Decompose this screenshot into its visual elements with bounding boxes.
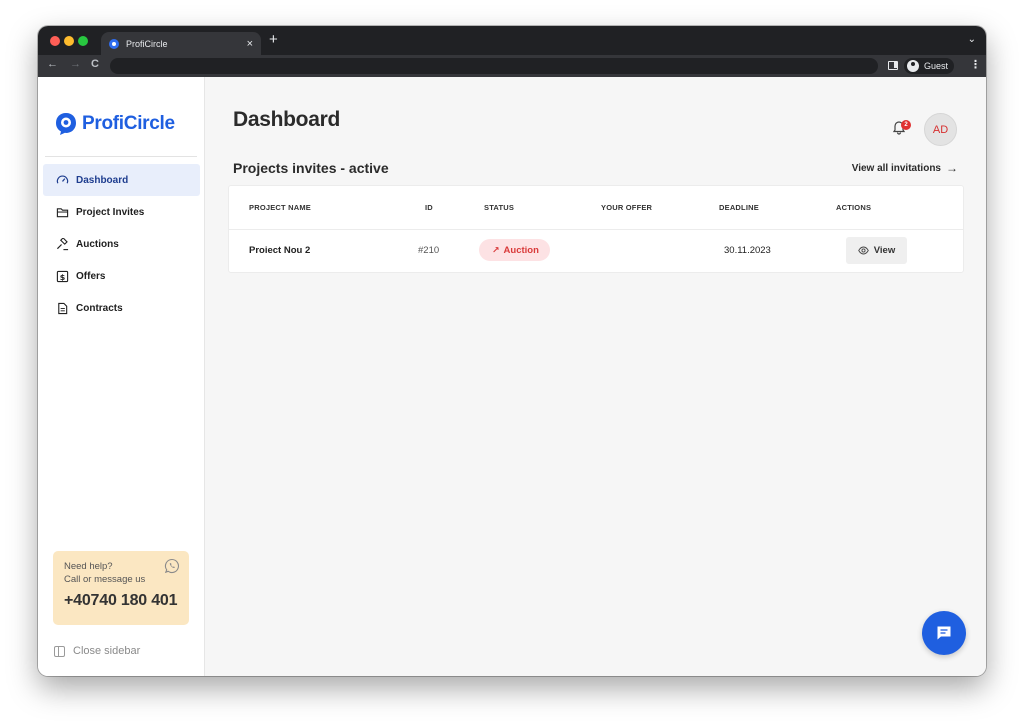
profile-button[interactable]: Guest [904,58,955,74]
logo-icon [55,112,77,136]
folder-icon [55,205,69,219]
sidebar-collapse-icon [54,645,65,657]
sidebar-item-label: Project Invites [76,206,145,218]
brand-name: ProfiCircle [82,113,175,134]
forward-arrow-icon[interactable]: → [70,58,81,70]
deadline-cell: 30.11.2023 [724,245,771,256]
table-header: PROJECT NAME ID STATUS YOUR OFFER DEADLI… [229,186,963,230]
help-phone[interactable]: +40740 180 401 [64,592,178,610]
gauge-icon [55,173,69,187]
logo[interactable]: ProfiCircle [55,112,175,136]
dollar-icon: $ [55,269,69,283]
section-title: Projects invites - active [233,160,389,176]
sidebar-item-label: Dashboard [76,174,129,186]
browser-toolbar: ← → C Guest ⋮ [38,55,986,77]
view-all-label: View all invitations [851,162,941,174]
status-badge: ↗ Auction [479,239,550,261]
maximize-window-button[interactable] [78,36,88,46]
browser-window: ProfiCircle × + ⌄ ← → C Guest ⋮ ProfiCir… [38,26,986,676]
main-content: Dashboard 2 AD Projects invites - active… [205,77,986,676]
status-label: Auction [503,244,539,256]
column-header-deadline: DEADLINE [719,203,759,212]
sidebar-item-offers[interactable]: $ Offers [43,260,200,292]
column-header-actions: ACTIONS [836,203,872,212]
avatar[interactable]: AD [924,113,957,146]
view-all-invitations-link[interactable]: View all invitations → [852,161,958,175]
tab-search-icon[interactable]: ⌄ [968,34,976,45]
sidebar-nav: Dashboard Project Invites Auctions $ Off… [43,164,200,324]
sidebar-item-contracts[interactable]: Contracts [43,292,200,324]
sidebar: ProfiCircle Dashboard Project Invites Au… [38,77,205,676]
side-panel-icon[interactable] [888,61,898,70]
help-subtitle: Call or message us [64,574,146,585]
profile-avatar-icon [907,60,919,72]
arrow-right-icon: → [946,161,958,175]
table-row[interactable]: Proiect Nou 2 #210 ↗ Auction 30.11.2023 … [229,230,963,272]
close-sidebar-button[interactable]: Close sidebar [54,645,140,657]
close-sidebar-label: Close sidebar [73,645,141,657]
tab-title: ProfiCircle [126,38,168,49]
document-icon [55,301,69,315]
sidebar-item-project-invites[interactable]: Project Invites [43,196,200,228]
trending-up-icon: ↗ [492,244,500,255]
minimize-window-button[interactable] [64,36,74,46]
sidebar-divider [45,156,197,157]
column-header-status: STATUS [484,203,515,212]
sidebar-item-auctions[interactable]: Auctions [43,228,200,260]
sidebar-item-dashboard[interactable]: Dashboard [43,164,200,196]
profile-label: Guest [924,61,949,71]
sidebar-item-label: Auctions [76,238,119,250]
whatsapp-icon[interactable] [164,558,180,574]
close-window-button[interactable] [50,36,60,46]
column-header-project-name: PROJECT NAME [249,203,311,212]
project-name-cell: Proiect Nou 2 [249,245,311,256]
browser-menu-icon[interactable]: ⋮ [970,58,981,71]
column-header-id: ID [425,203,433,212]
chat-icon [937,626,951,640]
help-title: Need help? [64,561,113,572]
view-button[interactable]: View [846,237,907,264]
sidebar-item-label: Offers [76,270,106,282]
invites-table: PROJECT NAME ID STATUS YOUR OFFER DEADLI… [228,185,964,273]
column-header-your-offer: YOUR OFFER [601,203,653,212]
back-arrow-icon[interactable]: ← [47,58,58,70]
project-id-cell: #210 [418,245,440,256]
chat-button[interactable] [922,611,966,655]
tab-close-icon[interactable]: × [247,38,253,50]
reload-icon[interactable]: C [91,58,99,70]
notification-badge: 2 [901,120,911,130]
help-card: Need help? Call or message us +40740 180… [53,551,189,625]
gavel-icon [55,237,69,251]
sidebar-item-label: Contracts [76,302,123,314]
view-button-label: View [873,245,896,256]
page-title: Dashboard [233,108,340,131]
favicon-icon [109,38,119,49]
address-bar[interactable] [110,58,878,74]
eye-icon [857,246,869,255]
tab-strip: ProfiCircle × + ⌄ [38,26,986,55]
svg-text:$: $ [59,272,64,281]
browser-tab[interactable]: ProfiCircle × [101,32,261,55]
new-tab-button[interactable]: + [269,31,278,48]
